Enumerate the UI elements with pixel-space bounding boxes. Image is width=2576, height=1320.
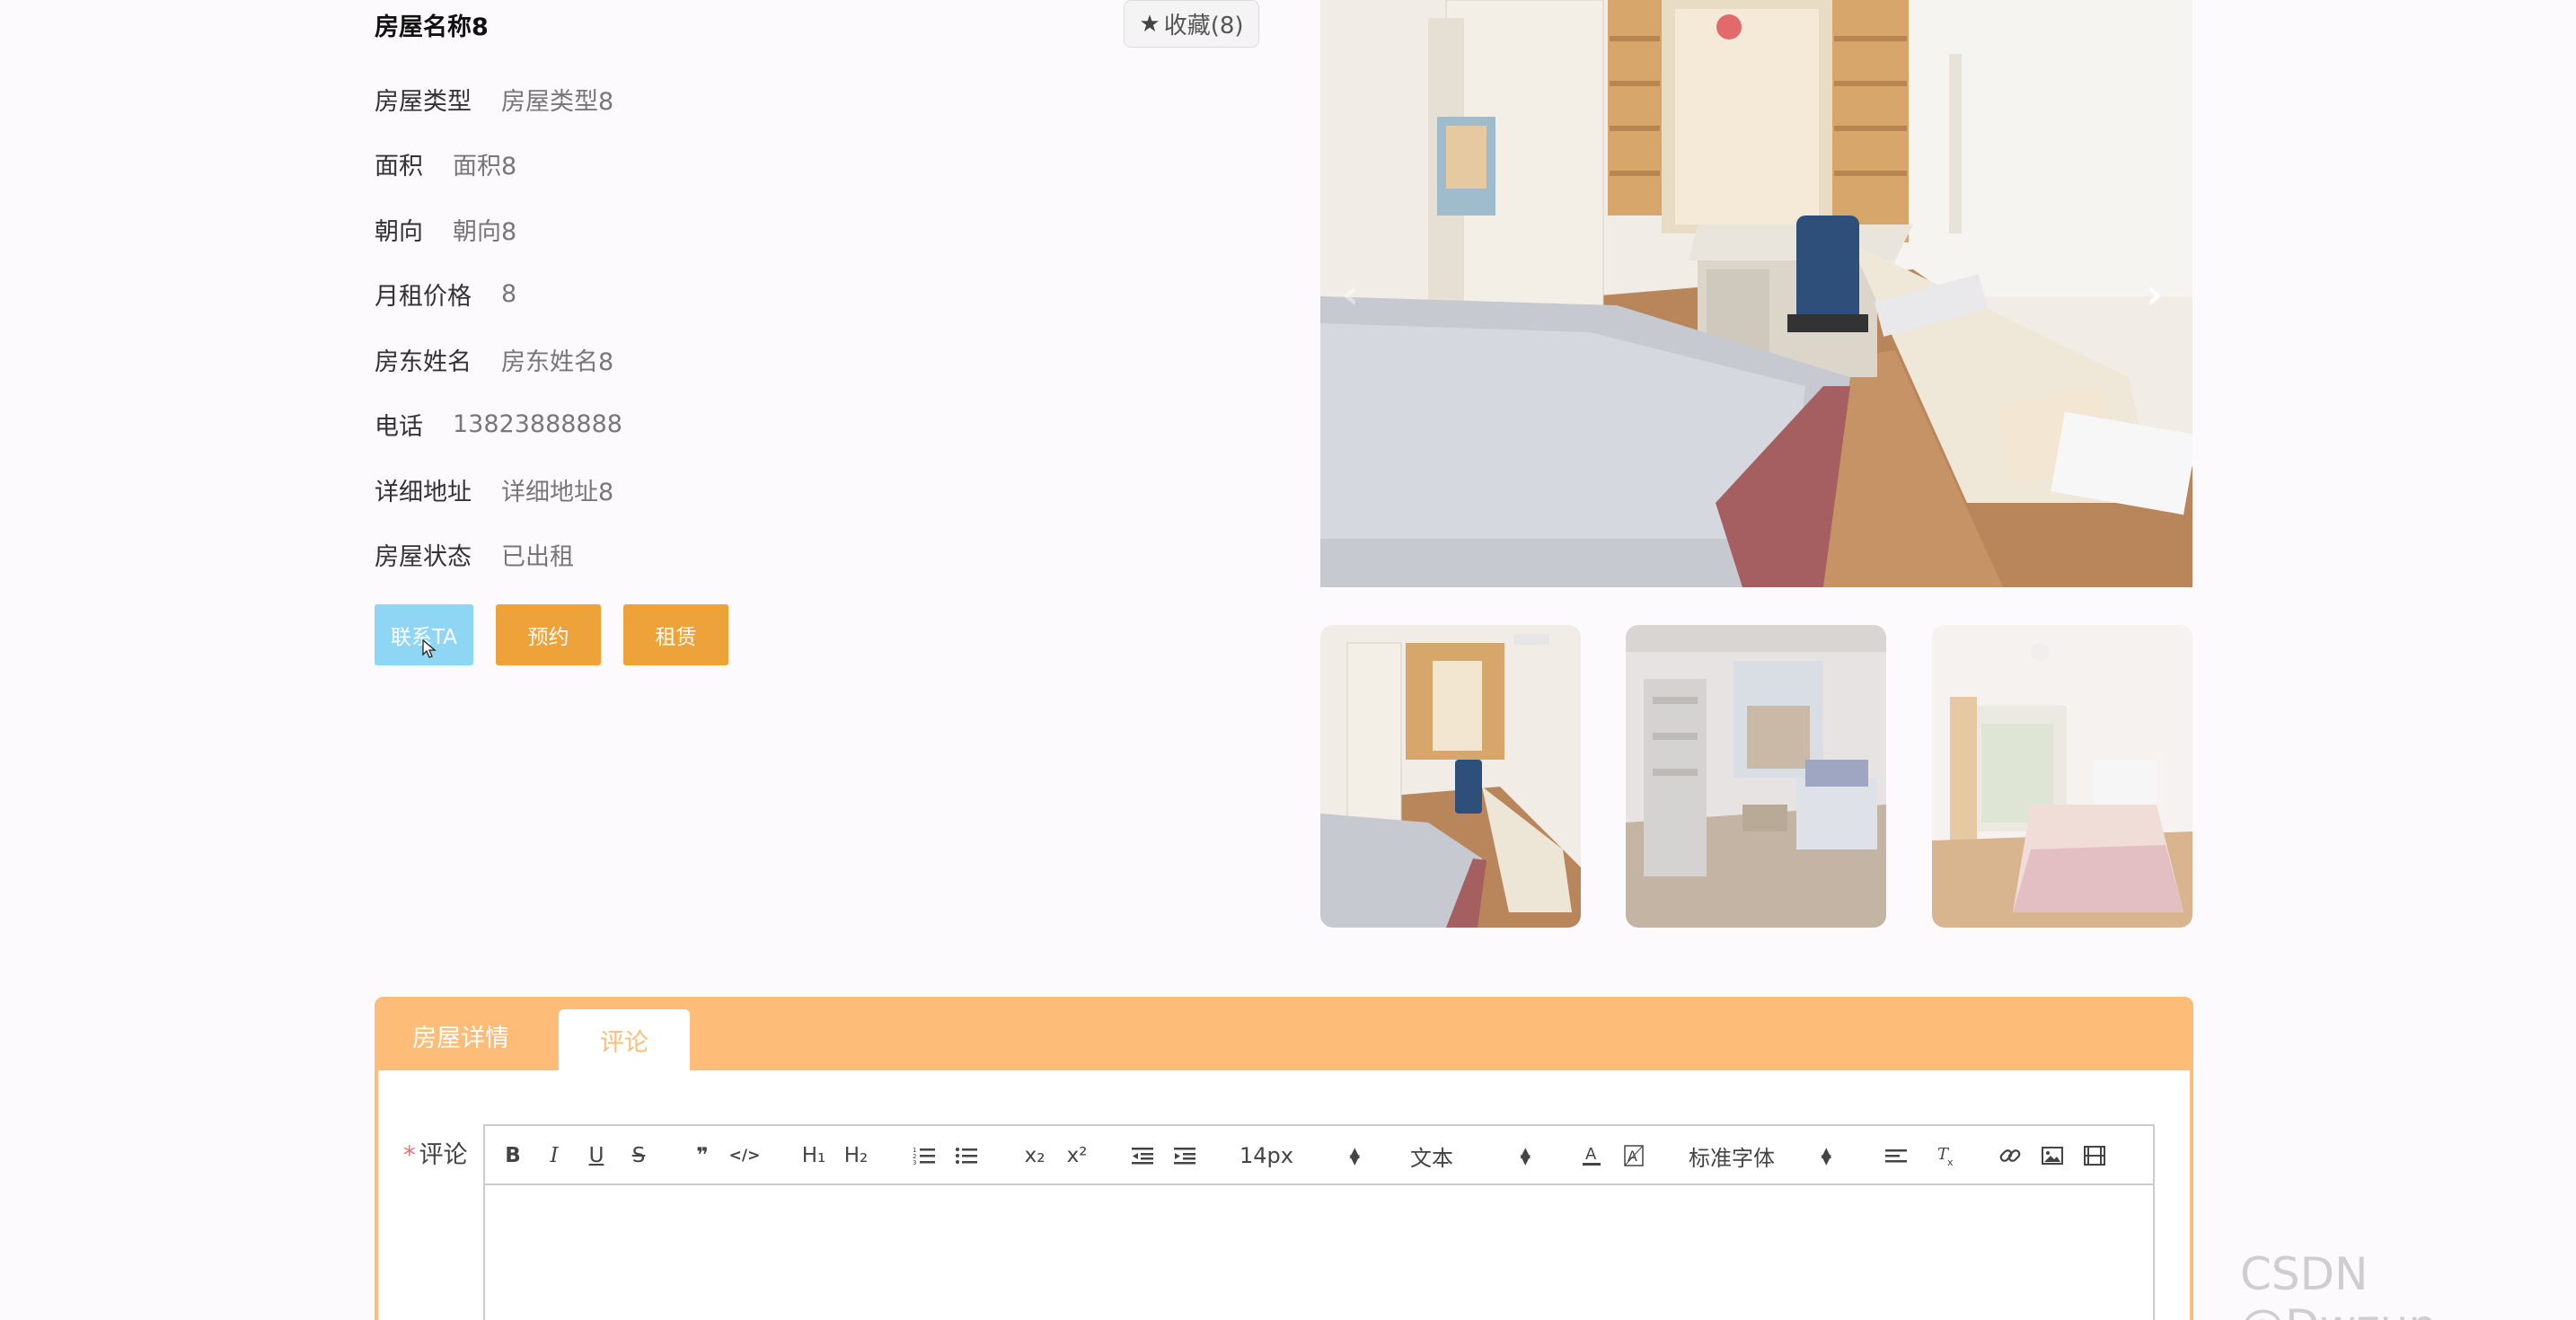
underline-button[interactable]: U [581,1126,612,1185]
field-label: 详细地址 [375,478,472,506]
field-row-area: 面积 面积8 [375,145,516,181]
tab-house-detail[interactable]: 房屋详情 [378,1000,543,1070]
font-size-value: 14px [1239,1143,1293,1168]
field-value: 房东姓名8 [501,348,614,376]
field-label: 房屋类型 [375,87,472,116]
thumbnail-3[interactable] [1932,625,2192,928]
subscript-button[interactable]: x₂ [1017,1126,1053,1185]
field-value: 房屋类型8 [501,87,614,116]
field-label: 朝向 [375,217,423,246]
main-photo-carousel[interactable] [1320,0,2192,587]
tab-bar: 房屋详情 评论 [378,1000,2190,1070]
field-value: 朝向8 [453,217,517,246]
csdn-watermark: CSDN @Dwzun [2240,1248,2437,1320]
italic-button[interactable]: I [539,1126,569,1185]
image-icon[interactable] [2037,1126,2068,1185]
favorite-button[interactable]: ★ 收藏(8) [1124,0,1259,48]
house-name: 房屋名称8 [375,13,489,41]
thumbnail-1[interactable] [1320,625,1581,928]
heading-select[interactable]: 文本 ▲ ▼ [1410,1126,1536,1185]
field-row-rent: 月租价格 8 [375,276,516,312]
rent-button[interactable]: 租赁 [623,604,728,665]
comment-form-label: * 评论 [403,1135,468,1170]
bright-bedroom-thumb [1932,625,2192,928]
indent-icon[interactable] [1169,1126,1200,1185]
mouse-cursor-icon [422,639,437,658]
field-value: 已出租 [501,542,574,571]
favorite-label: 收藏(8) [1163,13,1244,40]
field-label: 房屋状态 [375,542,472,571]
background-color-icon[interactable]: A [1619,1126,1649,1185]
svg-text:A: A [1628,1148,1637,1165]
h2-button[interactable]: H₂ [838,1126,874,1185]
house-detail-page: 房屋名称8 ★ 收藏(8) 房屋类型 房屋类型8 面积 面积8 朝向 朝向8 月… [0,0,2576,1320]
tab-comment[interactable]: 评论 [559,1009,690,1070]
field-value: 面积8 [453,152,517,180]
bedroom-photo [1320,0,2192,587]
font-size-select[interactable]: 14px ▲ ▼ [1239,1126,1365,1185]
heading-value: 文本 [1410,1145,1453,1171]
select-caret-icon: ▲ ▼ [1349,1144,1360,1167]
align-icon[interactable] [1881,1126,1911,1185]
field-value: 详细地址8 [501,478,614,506]
font-family-value: 标准字体 [1689,1145,1775,1171]
outdent-icon[interactable] [1127,1126,1158,1185]
star-icon: ★ [1139,10,1160,38]
rich-text-editor[interactable]: B I U S ❞ </> H₁ H₂ 123 x₂ x² 14px ▲ ▼ 文… [483,1124,2155,1320]
bullet-list-icon[interactable] [951,1126,982,1185]
field-row-address: 详细地址 详细地址8 [375,471,613,507]
book-button[interactable]: 预约 [496,604,601,665]
comment-label: 评论 [419,1141,468,1169]
select-caret-icon: ▲ ▼ [1821,1144,1831,1167]
clear-format-icon[interactable]: Tx [1931,1126,1962,1185]
field-row-phone: 电话 13823888888 [375,406,622,442]
video-icon[interactable] [2079,1126,2110,1185]
field-label: 面积 [375,152,423,180]
svg-text:3: 3 [913,1159,916,1166]
loft-living-room-thumb [1626,625,1886,928]
bedroom-study-thumb [1320,625,1581,928]
detail-tabs-panel: 房屋详情 评论 * 评论 B I U S ❞ </> H₁ H₂ 123 x₂ … [375,997,2193,1320]
field-label: 房东姓名 [375,348,472,376]
field-row-status: 房屋状态 已出租 [375,536,574,572]
field-label: 月租价格 [375,282,472,311]
carousel-next-arrow[interactable]: › [2146,269,2163,318]
field-value: 13823888888 [453,409,622,438]
field-row-type: 房屋类型 房屋类型8 [375,81,613,117]
h1-button[interactable]: H₁ [796,1126,832,1185]
strike-button[interactable]: S [623,1126,654,1185]
thumbnail-2[interactable] [1626,625,1886,928]
carousel-prev-arrow[interactable]: ‹ [1342,269,1359,318]
field-row-landlord: 房东姓名 房东姓名8 [375,341,613,377]
font-color-icon[interactable]: A [1576,1126,1607,1185]
svg-text:A: A [1585,1145,1597,1164]
link-icon[interactable] [1995,1126,2025,1185]
field-row-orientation: 朝向 朝向8 [375,211,516,247]
bold-button[interactable]: B [498,1126,528,1185]
code-button[interactable]: </> [729,1126,761,1185]
ordered-list-icon[interactable]: 123 [909,1126,940,1185]
required-mark: * [403,1141,416,1169]
font-family-select[interactable]: 标准字体 ▲ ▼ [1689,1126,1837,1185]
svg-text:x: x [1947,1157,1954,1167]
select-caret-icon: ▲ ▼ [1520,1144,1531,1167]
editor-toolbar: B I U S ❞ </> H₁ H₂ 123 x₂ x² 14px ▲ ▼ 文… [485,1126,2153,1185]
quote-button[interactable]: ❞ [687,1126,718,1185]
superscript-button[interactable]: x² [1059,1126,1095,1185]
field-label: 电话 [375,412,423,441]
field-value: 8 [501,279,517,308]
